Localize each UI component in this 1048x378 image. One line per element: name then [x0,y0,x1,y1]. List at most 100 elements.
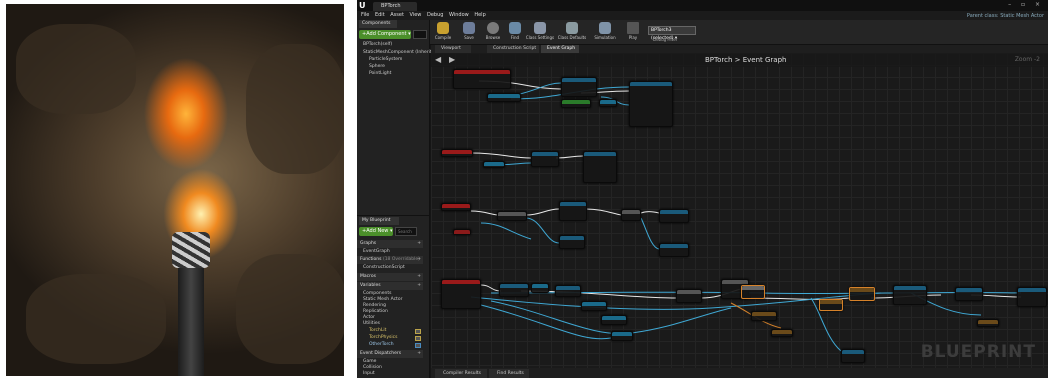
function-node[interactable] [841,349,865,363]
menu-debug[interactable]: Debug [427,11,443,20]
search-input[interactable]: Search [395,227,417,236]
variable-node[interactable] [487,93,521,102]
tree-item-self[interactable]: BPTorch(self) [363,42,392,47]
menu-edit[interactable]: Edit [375,11,385,20]
selected-node[interactable] [819,299,843,311]
function-node[interactable] [955,287,983,301]
function-node[interactable] [497,211,527,221]
simulation-button[interactable]: Simulation [591,21,619,44]
compile-button[interactable]: Compile [431,21,455,44]
variable-node[interactable] [751,311,777,321]
function-node[interactable] [561,99,591,108]
selected-node[interactable] [741,285,765,299]
selected-node[interactable] [849,287,875,301]
tab-event-graph[interactable]: Event Graph [541,45,579,53]
add-function-icon[interactable]: + [417,256,421,264]
add-new-button[interactable]: +Add New ▾ [359,227,393,236]
event-node[interactable] [441,279,481,309]
function-node[interactable] [1017,287,1047,307]
variable-category[interactable]: Utilities [363,321,380,327]
node-header [630,82,672,86]
debug-object-select[interactable]: BPTorch3 (selected) ▾ [648,26,696,41]
section-variables[interactable]: Variables + [357,282,423,290]
function-node[interactable] [559,235,585,249]
variable-torchphysics[interactable]: TorchPhysics [369,335,397,341]
variable-node[interactable] [771,329,793,337]
add-component-button[interactable]: +Add Component ▾ [359,30,411,39]
forward-arrow-icon[interactable]: ▶ [449,55,455,64]
construction-script-item[interactable]: ConstructionScript [363,265,405,271]
variable-node[interactable] [581,301,607,311]
add-variable-icon[interactable]: + [417,282,421,290]
event-graph-item[interactable]: EventGraph [363,249,390,255]
class-settings-button[interactable]: Class Settings [525,21,555,44]
variable-node[interactable] [599,99,617,107]
node-header [850,288,874,292]
tab-construction-script[interactable]: Construction Script [487,45,539,53]
tab-find-results[interactable]: Find Results [489,369,529,378]
section-event-dispatchers[interactable]: Event Dispatchers + [357,350,423,358]
dispatcher-category[interactable]: Input [363,371,375,377]
node-header [442,280,480,284]
exec-wire [480,284,502,292]
menu-file[interactable]: File [361,11,369,20]
event-graph-canvas[interactable]: ◀ ▶ BPTorch > Event Graph Zoom -2 BLUEPR… [431,53,1048,368]
components-tab[interactable]: Components [359,20,397,28]
event-node[interactable] [441,203,471,211]
section-graphs[interactable]: Graphs + [357,240,423,248]
screenshot-root: U BPTorch – ▫ × File Edit Asset View Deb… [0,0,1048,378]
class-defaults-button[interactable]: Class Defaults [557,21,587,44]
function-node[interactable] [893,285,927,305]
tree-item-particlesystem[interactable]: ParticleSystem [369,57,402,62]
function-node[interactable] [555,285,581,297]
node-header [562,78,596,82]
tree-item-pointlight[interactable]: PointLight [369,71,391,76]
exec-wire [470,152,532,159]
node-header [956,288,982,292]
window-controls[interactable]: – ▫ × [1008,1,1044,8]
function-node[interactable] [561,77,597,97]
my-blueprint-tab[interactable]: My Blueprint [359,217,399,225]
variable-node[interactable] [977,319,999,327]
variable-node[interactable] [453,229,471,235]
add-dispatcher-icon[interactable]: + [417,350,421,358]
find-button[interactable]: Find [503,21,527,44]
event-node[interactable] [441,149,473,157]
variable-othertorch[interactable]: OtherTorch [369,342,394,348]
add-graph-icon[interactable]: + [417,240,421,248]
tree-item-sphere[interactable]: Sphere [369,64,385,69]
function-node[interactable] [629,81,673,127]
menu-asset[interactable]: Asset [390,11,404,20]
menu-view[interactable]: View [410,11,422,20]
variable-node[interactable] [483,161,505,168]
function-node[interactable] [621,209,641,221]
function-node[interactable] [659,243,689,257]
function-node[interactable] [583,151,617,183]
tab-viewport[interactable]: Viewport [435,45,471,53]
variable-torchlit[interactable]: TorchLit [369,328,386,334]
variable-node[interactable] [601,315,627,325]
menu-window[interactable]: Window [449,11,469,20]
browse-button[interactable]: Browse [481,21,505,44]
section-macros[interactable]: Macros + [357,273,423,281]
menu-help[interactable]: Help [474,11,485,20]
section-functions-label: Functions [360,257,382,262]
document-tab[interactable]: BPTorch [373,2,417,11]
components-search-input[interactable] [413,30,427,39]
event-node[interactable] [453,69,511,89]
variable-node[interactable] [531,283,549,293]
tab-compiler-results[interactable]: Compiler Results [435,369,487,378]
add-macro-icon[interactable]: + [417,273,421,281]
function-node[interactable] [676,289,702,303]
play-button[interactable]: Play [621,21,645,44]
function-node[interactable] [531,151,559,167]
back-arrow-icon[interactable]: ◀ [435,55,441,64]
my-blueprint-panel: My Blueprint +Add New ▾ Search Graphs + E… [357,215,430,378]
save-button[interactable]: Save [457,21,481,44]
function-node[interactable] [559,201,587,221]
function-node[interactable] [659,209,689,223]
variable-node[interactable] [611,331,633,341]
section-functions[interactable]: Functions (18 Overridable) + [357,256,423,264]
function-node[interactable] [499,283,529,297]
tree-item-root[interactable]: StaticMeshComponent (Inherited) [363,50,439,55]
